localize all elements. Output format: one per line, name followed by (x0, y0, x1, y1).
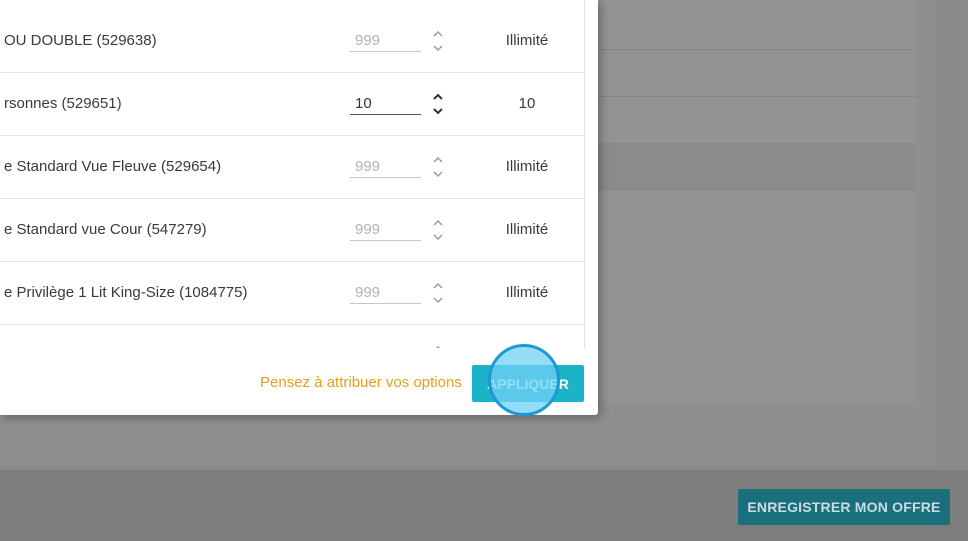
save-offer-button[interactable]: ENREGISTRER MON OFFRE (738, 489, 950, 525)
table-row: e Standard vue Cour (547279) 999 Illimit… (0, 199, 584, 262)
room-name: e Privilège 1 Lit King-Size (1084775) (4, 284, 248, 301)
apply-button[interactable]: APPLIQUER (472, 365, 584, 402)
room-name: e Standard vue Cour (547279) (4, 221, 207, 238)
room-limit: 10 (518, 95, 536, 112)
quantity-stepper[interactable] (430, 216, 446, 244)
room-limit: Illimité (505, 284, 549, 301)
chevron-down-icon[interactable] (433, 45, 443, 52)
quantity-stepper[interactable] (430, 153, 446, 181)
quantity-stepper[interactable] (430, 27, 446, 55)
quantity-input[interactable]: 999 (350, 219, 421, 241)
chevron-up-icon[interactable] (433, 30, 443, 37)
chevron-up-icon[interactable] (433, 156, 443, 163)
chevron-down-icon[interactable] (433, 234, 443, 241)
chevron-up-icon[interactable] (434, 345, 442, 348)
background-divider (598, 49, 916, 50)
room-name: e Standard Vue Fleuve (529654) (4, 158, 222, 175)
room-list[interactable]: OU DOUBLE (529638) 999 Illimité rsonnes … (0, 0, 585, 348)
quantity-input[interactable]: 999 (350, 30, 421, 52)
table-row: rsonnes (529651) 10 10 (0, 73, 584, 136)
chevron-up-icon[interactable] (433, 282, 443, 289)
room-limit: Illimité (505, 32, 549, 49)
room-name: rsonnes (529651) (4, 95, 122, 112)
background-divider (598, 96, 916, 97)
quantity-input[interactable]: 999 (350, 282, 421, 304)
options-modal: OU DOUBLE (529638) 999 Illimité rsonnes … (0, 0, 598, 416)
chevron-up-icon[interactable] (433, 93, 443, 100)
background-card (598, 0, 916, 402)
room-limit: Illimité (505, 158, 549, 175)
room-name: OU DOUBLE (529638) (4, 32, 157, 49)
room-name: ilé ... Fl ... (1000000) (4, 325, 142, 348)
chevron-down-icon[interactable] (433, 108, 443, 115)
quantity-stepper[interactable] (430, 279, 446, 307)
room-limit (480, 325, 574, 348)
quantity-stepper[interactable] (430, 342, 446, 348)
table-row: e Standard Vue Fleuve (529654) 999 Illim… (0, 136, 584, 199)
chevron-down-icon[interactable] (433, 297, 443, 304)
quantity-input[interactable]: 999 (350, 345, 421, 348)
assign-options-hint: Pensez à attribuer vos options (260, 374, 462, 391)
quantity-input[interactable]: 10 (350, 93, 421, 115)
room-limit: Illimité (505, 221, 549, 238)
quantity-stepper[interactable] (430, 90, 446, 118)
background-highlight-row (598, 143, 916, 191)
table-row: e Privilège 1 Lit King-Size (1084775) 99… (0, 262, 584, 325)
chevron-up-icon[interactable] (433, 219, 443, 226)
table-row: ilé ... Fl ... (1000000) 999 (0, 325, 584, 348)
quantity-input[interactable]: 999 (350, 156, 421, 178)
chevron-down-icon[interactable] (433, 171, 443, 178)
table-row: OU DOUBLE (529638) 999 Illimité (0, 10, 584, 73)
